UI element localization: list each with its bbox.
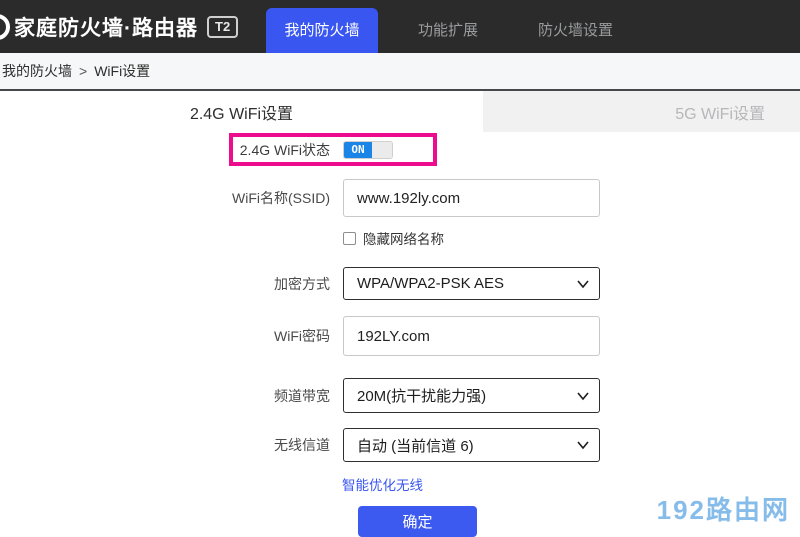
- password-label: WiFi密码: [0, 326, 330, 346]
- tab-5g-wifi[interactable]: 5G WiFi设置: [483, 91, 800, 132]
- site-watermark: 192路由网: [657, 490, 790, 527]
- ssid-input[interactable]: [343, 179, 600, 217]
- brand-logo-icon: [0, 14, 10, 40]
- toggle-on-label: ON: [344, 142, 372, 158]
- bandwidth-select[interactable]: 20M(抗干扰能力强): [343, 378, 600, 413]
- encryption-label: 加密方式: [0, 274, 330, 294]
- chevron-down-icon: [577, 440, 589, 450]
- top-navigation: 我的防火墙 功能扩展 防火墙设置: [266, 0, 633, 53]
- breadcrumb-separator: >: [79, 63, 87, 79]
- nav-tab-firewall-settings[interactable]: 防火墙设置: [518, 8, 633, 53]
- nav-tab-my-firewall[interactable]: 我的防火墙: [266, 8, 378, 53]
- breadcrumb-parent[interactable]: 我的防火墙: [2, 61, 72, 81]
- hide-network-checkbox[interactable]: [343, 232, 356, 245]
- nav-tab-extensions[interactable]: 功能扩展: [398, 8, 498, 53]
- password-row: WiFi密码: [0, 316, 800, 356]
- breadcrumb: 我的防火墙 > WiFi设置: [0, 53, 800, 89]
- hide-network-label: 隐藏网络名称: [363, 228, 444, 248]
- bandwidth-label: 频道带宽: [0, 386, 330, 406]
- wifi-status-label: 2.4G WiFi状态: [233, 140, 330, 160]
- bandwidth-value: 20M(抗干扰能力强): [357, 385, 486, 406]
- hide-network-row: 隐藏网络名称: [343, 228, 800, 248]
- smart-optimize-link[interactable]: 智能优化无线: [342, 478, 423, 493]
- brand-title: 家庭防火墙·路由器: [14, 12, 198, 42]
- top-bar: 家庭防火墙·路由器 T2 我的防火墙 功能扩展 防火墙设置: [0, 0, 800, 53]
- encryption-value: WPA/WPA2-PSK AES: [357, 275, 504, 292]
- channel-row: 无线信道 自动 (当前信道 6): [0, 428, 800, 462]
- ssid-row: WiFi名称(SSID): [0, 179, 800, 217]
- bandwidth-row: 频道带宽 20M(抗干扰能力强): [0, 378, 800, 413]
- chevron-down-icon: [577, 391, 589, 401]
- band-tabs: 2.4G WiFi设置 5G WiFi设置: [0, 91, 800, 132]
- password-input[interactable]: [343, 316, 600, 356]
- wifi-status-highlight-box: 2.4G WiFi状态 ON: [229, 133, 437, 166]
- model-badge: T2: [207, 16, 238, 38]
- channel-value: 自动 (当前信道 6): [357, 435, 474, 456]
- wifi-settings-panel: 2.4G WiFi设置 5G WiFi设置 2.4G WiFi状态 ON WiF…: [0, 91, 800, 533]
- chevron-down-icon: [577, 279, 589, 289]
- encryption-row: 加密方式 WPA/WPA2-PSK AES: [0, 267, 800, 300]
- ssid-label: WiFi名称(SSID): [0, 188, 330, 208]
- toggle-knob: [372, 142, 392, 158]
- channel-select[interactable]: 自动 (当前信道 6): [343, 428, 600, 462]
- router-admin-page: 家庭防火墙·路由器 T2 我的防火墙 功能扩展 防火墙设置 我的防火墙 > Wi…: [0, 0, 800, 533]
- confirm-button[interactable]: 确定: [358, 506, 477, 537]
- tab-24g-wifi[interactable]: 2.4G WiFi设置: [0, 91, 483, 132]
- channel-label: 无线信道: [0, 435, 330, 455]
- wifi-status-toggle[interactable]: ON: [343, 141, 393, 159]
- breadcrumb-current: WiFi设置: [94, 61, 150, 81]
- encryption-select[interactable]: WPA/WPA2-PSK AES: [343, 267, 600, 300]
